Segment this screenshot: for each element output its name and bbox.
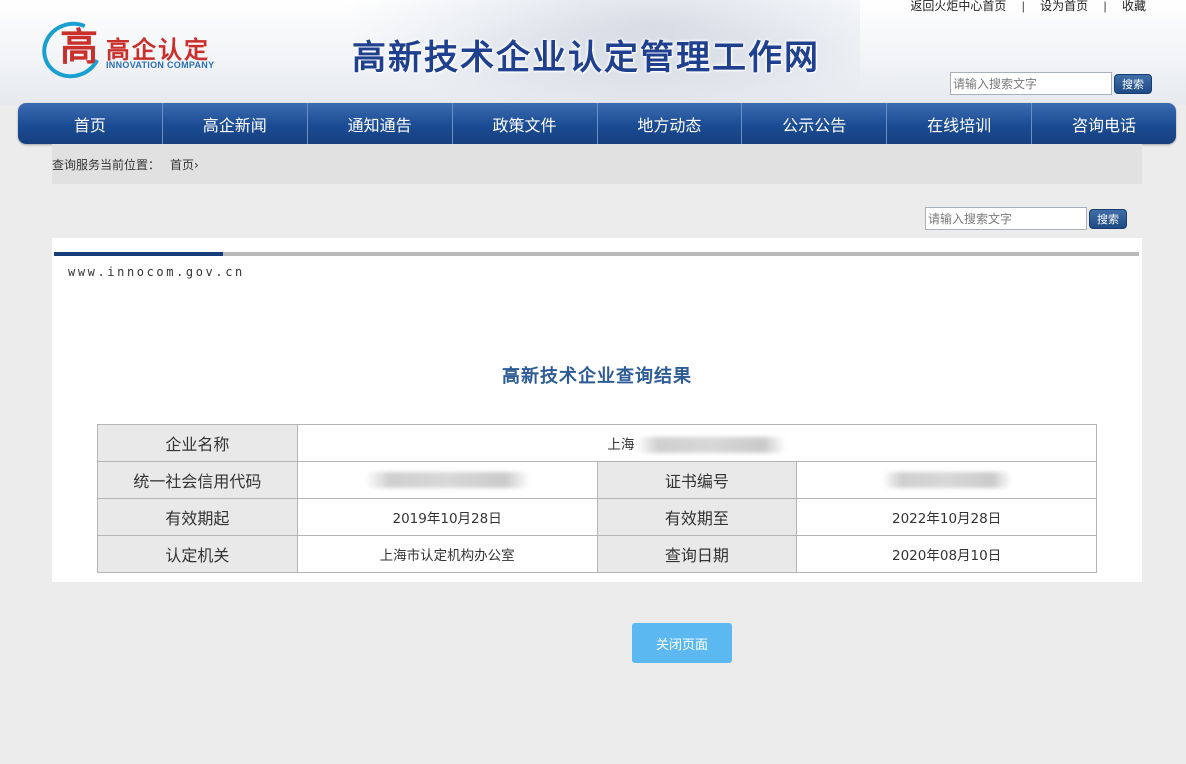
company-name-label: 企业名称: [97, 424, 298, 462]
query-date-value: 2020年08月10日: [796, 535, 1097, 573]
table-row: 认定机关 上海市认定机构办公室 查询日期 2020年08月10日: [97, 535, 1097, 573]
page-search: 搜索: [925, 207, 1127, 230]
company-name-value: 上海: [296, 424, 1098, 462]
table-row: 有效期起 2019年10月28日 有效期至 2022年10月28日: [97, 498, 1097, 536]
breadcrumb-home-label: 首页: [170, 157, 195, 172]
link-set-homepage[interactable]: 设为首页: [1040, 0, 1088, 13]
logo-glyph: 高: [60, 24, 99, 69]
site-url: www.innocom.gov.cn: [68, 265, 245, 279]
table-row: 统一社会信用代码 证书编号: [97, 461, 1097, 499]
site-title: 高新技术企业认定管理工作网: [352, 38, 820, 78]
page-search-button[interactable]: 搜索: [1089, 208, 1127, 229]
cert-no-label: 证书编号: [596, 461, 798, 499]
cert-no-value: [796, 461, 1097, 499]
logo-en-text: INNOVATION COMPANY: [106, 60, 215, 70]
nav-item-notices[interactable]: 通知通告: [308, 103, 453, 144]
nav-item-news[interactable]: 高企新闻: [163, 103, 308, 144]
chevron-right-icon: ›: [194, 157, 199, 172]
breadcrumb: 查询服务当前位置： 首页›: [52, 144, 1142, 184]
result-title: 高新技术企业查询结果: [502, 366, 692, 387]
close-page-button[interactable]: 关闭页面: [632, 623, 732, 663]
redacted-cert-no: [881, 472, 1012, 488]
valid-to-value: 2022年10月28日: [796, 498, 1097, 536]
query-date-label: 查询日期: [596, 535, 798, 573]
valid-to-label: 有效期至: [596, 498, 798, 536]
link-favorite[interactable]: 收藏: [1122, 0, 1146, 13]
card-divider-accent: [54, 252, 223, 256]
valid-from-value: 2019年10月28日: [296, 498, 598, 536]
authority-value: 上海市认定机构办公室: [296, 535, 598, 573]
site-logo[interactable]: 高 高企认定 INNOVATION COMPANY: [34, 13, 230, 87]
nav-item-announcements[interactable]: 公示公告: [742, 103, 888, 144]
nav-item-online-training[interactable]: 在线培训: [887, 103, 1033, 144]
header-search-input[interactable]: [950, 72, 1112, 95]
link-torch-center-home[interactable]: 返回火炬中心首页: [910, 0, 1006, 13]
table-row: 企业名称 上海: [97, 424, 1098, 462]
main-nav: 首页 高企新闻 通知通告 政策文件 地方动态 公示公告 在线培训 咨询电话: [18, 103, 1176, 144]
header-search: 搜索: [950, 72, 1152, 95]
nav-item-hotline[interactable]: 咨询电话: [1032, 103, 1176, 144]
page-search-input[interactable]: [925, 207, 1087, 230]
valid-from-label: 有效期起: [97, 498, 298, 536]
top-link-separator: |: [1103, 0, 1107, 13]
credit-code-label: 统一社会信用代码: [97, 461, 298, 499]
authority-label: 认定机关: [97, 535, 298, 573]
top-links: 返回火炬中心首页 | 设为首页 | 收藏: [910, 0, 1146, 14]
breadcrumb-home[interactable]: 首页›: [170, 156, 199, 173]
nav-item-policies[interactable]: 政策文件: [453, 103, 598, 144]
nav-item-local-news[interactable]: 地方动态: [598, 103, 743, 144]
header-search-button[interactable]: 搜索: [1114, 73, 1152, 94]
result-card: www.innocom.gov.cn 高新技术企业查询结果 企业名称 上海 统一…: [52, 238, 1142, 582]
site-header: 返回火炬中心首页 | 设为首页 | 收藏 高 高企认定 INNOVATION C…: [0, 0, 1186, 105]
top-link-separator: |: [1021, 0, 1025, 13]
redacted-company-name: [636, 437, 787, 453]
breadcrumb-label: 查询服务当前位置：: [52, 157, 161, 172]
redacted-credit-code: [364, 472, 530, 488]
company-name-visible-text: 上海: [607, 437, 635, 453]
nav-item-home[interactable]: 首页: [18, 103, 163, 144]
credit-code-value: [296, 461, 598, 499]
result-table: 企业名称 上海 统一社会信用代码 证书编号 有效期起 2019年10月28日 有…: [97, 424, 1098, 573]
